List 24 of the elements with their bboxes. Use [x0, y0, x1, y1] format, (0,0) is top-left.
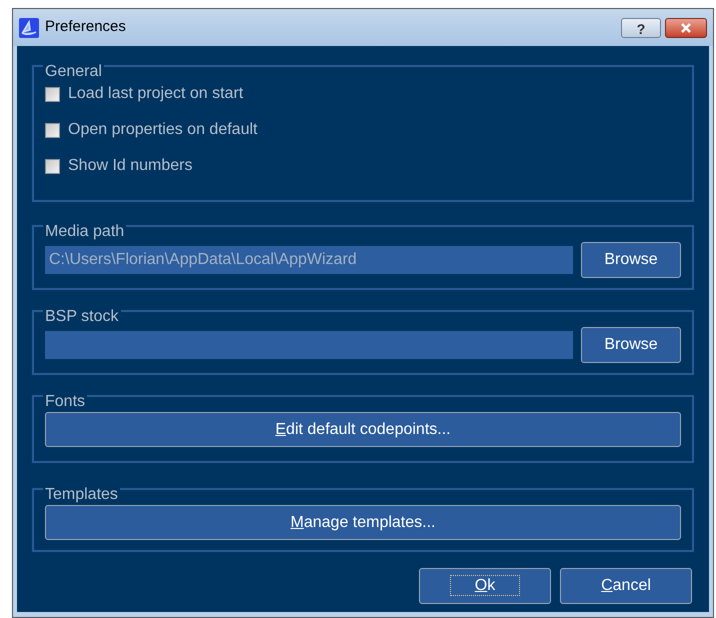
group-title: Fonts	[45, 393, 86, 410]
browse-button[interactable]: Browse	[581, 327, 681, 363]
group-title: Media path	[45, 223, 124, 240]
app-icon	[19, 18, 39, 38]
group-title: Templates	[45, 486, 118, 503]
manage-templates-button[interactable]: Manage templates...	[45, 505, 681, 540]
group-title: General	[45, 63, 102, 80]
checkbox-label: Open properties on default	[68, 120, 258, 140]
path-text: C:\Users\Florian\AppData\Local\AppWizard	[49, 250, 357, 270]
cancel-button[interactable]: Cancel	[560, 568, 692, 604]
edit-codepoints-button[interactable]: Edit default codepoints...	[45, 412, 681, 447]
browse-button[interactable]: Browse	[581, 242, 681, 278]
checkbox-label: Show Id numbers	[68, 156, 193, 176]
group-title: BSP stock	[45, 308, 119, 325]
checkbox[interactable]	[45, 86, 60, 102]
checkbox[interactable]	[45, 158, 60, 174]
close-button[interactable]	[665, 18, 707, 38]
window-title: Preferences	[45, 17, 126, 38]
help-button[interactable]: ?	[621, 18, 661, 38]
checkbox-label: Load last project on start	[68, 84, 244, 104]
ok-button[interactable]: Ok	[419, 568, 551, 604]
path-field[interactable]	[45, 331, 573, 359]
checkbox[interactable]	[45, 122, 60, 138]
close-icon	[680, 22, 692, 32]
